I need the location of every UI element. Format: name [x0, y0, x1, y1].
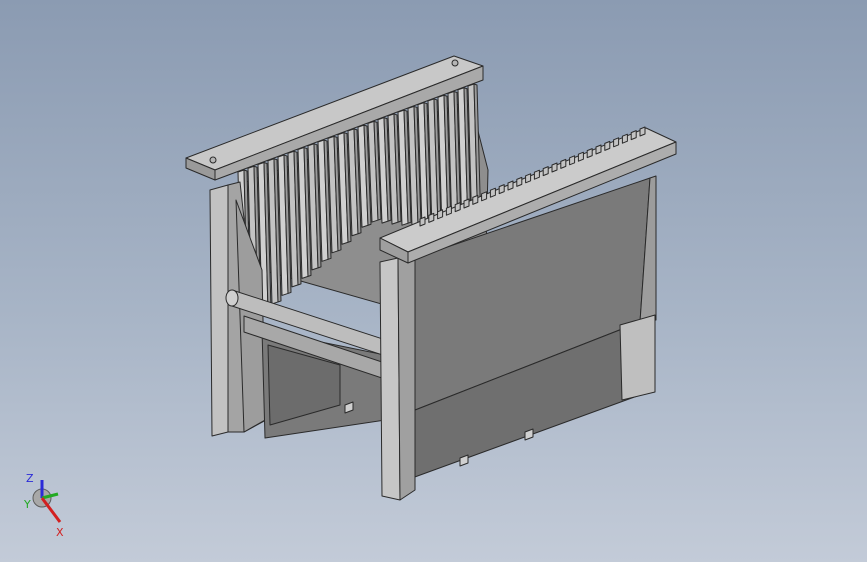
view-orientation-triad[interactable]: Z Y X	[20, 470, 80, 542]
front-slot-tooth	[586, 148, 593, 159]
front-slot-tooth	[613, 137, 620, 148]
front-slot-tooth	[463, 198, 470, 209]
left-post-front	[209, 184, 229, 437]
front-slot-tooth	[428, 212, 435, 223]
front-slot-tooth	[604, 140, 611, 151]
front-slot-tooth	[472, 194, 479, 205]
front-slot-tooth	[498, 184, 505, 195]
front-slot-tooth	[630, 130, 637, 141]
front-slot-tooth	[525, 173, 532, 184]
front-slot-tooth	[445, 205, 452, 216]
front-slot-tooth	[507, 180, 514, 191]
front-slot-tooth	[533, 169, 540, 180]
front-slot-tooth	[551, 162, 558, 173]
front-slot-tooth	[639, 126, 646, 137]
back-rail-pin-right	[451, 59, 459, 67]
wafer-carrier-model[interactable]	[0, 0, 867, 562]
front-slot-tooth	[621, 133, 628, 144]
x-axis-line	[40, 497, 62, 523]
front-slot-tooth	[454, 202, 461, 213]
graphics-viewport[interactable]: Z Y X	[0, 0, 867, 562]
front-slot-tooth	[569, 155, 576, 166]
front-post-front	[379, 257, 401, 501]
front-slot-tooth	[560, 158, 567, 169]
front-slot-tooth	[595, 144, 602, 155]
back-rail-pin-left	[209, 156, 217, 164]
front-slot-tooth	[481, 191, 488, 202]
front-post-side	[397, 251, 416, 501]
front-slot-tooth	[542, 166, 549, 177]
front-slot-tooth	[577, 151, 584, 162]
front-slot-tooth	[419, 216, 426, 227]
front-slot-tooth	[489, 187, 496, 198]
z-axis-label: Z	[26, 472, 34, 485]
right-post	[619, 314, 656, 401]
y-axis-label: Y	[23, 498, 31, 511]
x-axis-label: X	[56, 526, 64, 539]
front-slot-tooth	[516, 176, 523, 187]
front-slot-tooth	[437, 209, 444, 220]
cross-rod-end	[225, 289, 239, 307]
